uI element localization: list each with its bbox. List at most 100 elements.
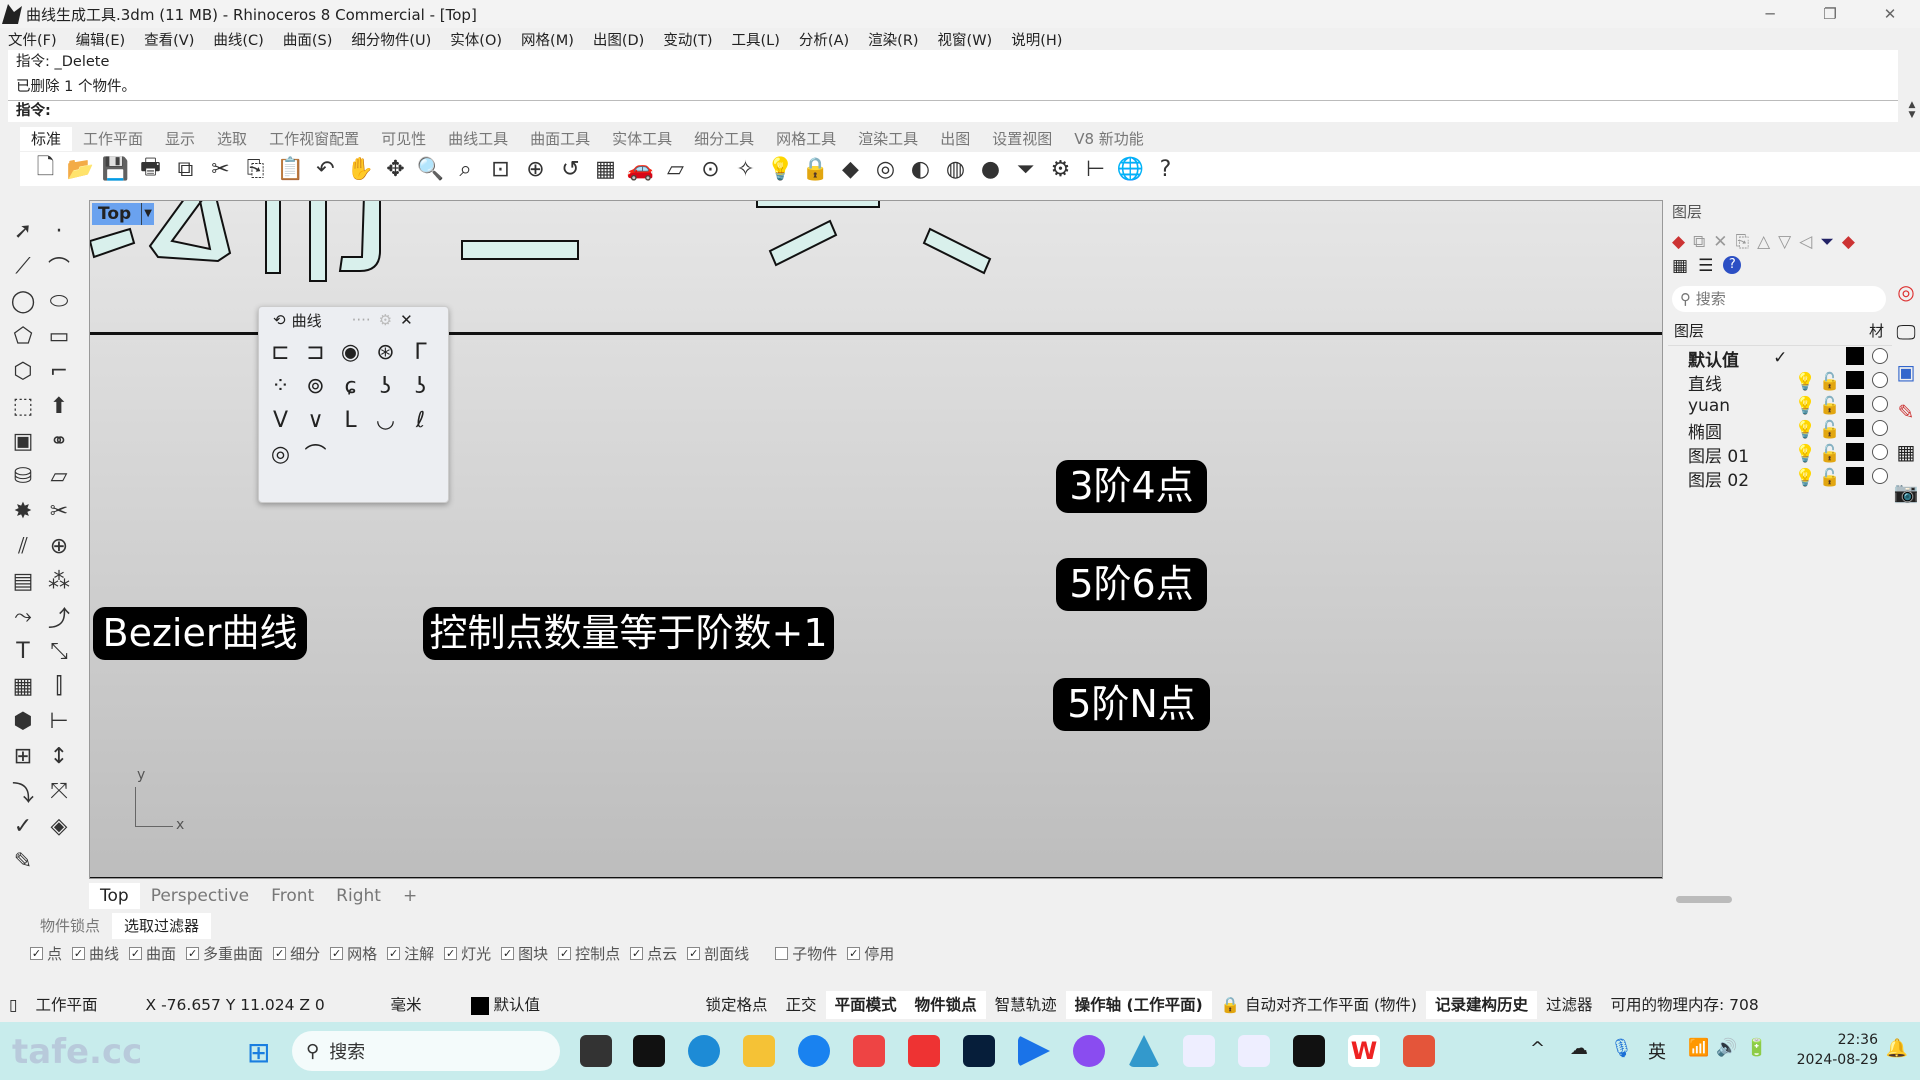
fillet-icon[interactable]: ⌐ [41,354,77,389]
zoom-extents-icon[interactable]: ⊡ [483,154,518,184]
lock-icon[interactable]: 🔒 [798,154,833,184]
toolbar-tab[interactable]: 显示 [154,127,206,151]
app-icon[interactable] [1238,1035,1270,1067]
history-toggle[interactable]: 记录建构历史 [1425,991,1537,1019]
app-icon[interactable] [1403,1035,1435,1067]
save-icon[interactable]: 💾 [98,154,133,184]
windows-start-icon[interactable]: ⊞ [247,1036,270,1069]
layer-color[interactable] [1842,466,1867,490]
unlock-icon[interactable]: 🔓 [1817,396,1842,416]
snap-icon[interactable]: ✧ [728,154,763,184]
blend-icon[interactable]: ⤴ [41,599,77,634]
conic-icon[interactable]: ʖ [403,369,438,403]
microphone-icon[interactable]: 🎙 [1610,1038,1633,1059]
xmind-icon[interactable] [908,1035,940,1067]
status-units[interactable]: 毫米 [382,991,462,1019]
toolbar-tab[interactable]: V8 新功能 [1063,127,1155,151]
osnap-toggle[interactable]: 物件锁点 [905,991,986,1019]
wifi-icon[interactable]: 📶 [1688,1038,1709,1058]
checkbox[interactable]: ✓ [273,946,287,960]
layer-material[interactable] [1867,467,1892,489]
toolbar-tab[interactable]: 设置视图 [981,127,1063,151]
layer-name[interactable]: 默认值 [1668,346,1768,371]
layer-name[interactable]: 椭圆 [1668,418,1768,443]
camera-icon[interactable]: 📷 [1894,480,1919,504]
grid-snap-toggle[interactable]: 锁定格点 [697,991,777,1019]
trim-icon[interactable]: ✂ [41,494,77,529]
checkbox[interactable]: ✓ [129,946,143,960]
help-icon[interactable]: ? [1723,256,1742,274]
menu-item[interactable]: 文件(F) [8,29,57,50]
gumball-toggle[interactable]: 操作轴 (工作平面) [1065,991,1212,1019]
filter-toggle[interactable]: 过滤器 [1537,991,1602,1019]
toolbar-tab[interactable]: 可见性 [370,127,437,151]
render-sphere-icon[interactable]: ● [973,154,1008,184]
globe-icon[interactable]: 🌐 [1113,154,1148,184]
display-icon[interactable]: 🖵 [1896,320,1915,344]
layer-icon[interactable]: ◆ [833,154,868,184]
rhino-app-icon[interactable] [1293,1035,1325,1067]
cluster-icon[interactable]: ⁂ [41,564,77,599]
menu-item[interactable]: 分析(A) [799,29,849,50]
filter-checkbox[interactable]: ✓ 点云 [630,943,677,964]
open-icon[interactable]: 📂 [63,154,98,184]
mesh-icon[interactable]: ⬢ [5,704,41,739]
cylinder-icon[interactable]: ⛁ [5,459,41,494]
layer-color[interactable] [1842,346,1867,370]
select-arrow-icon[interactable]: ➚ [5,214,41,249]
texture-icon[interactable]: ▦ [1897,440,1916,464]
menu-item[interactable]: 网格(M) [521,29,574,50]
edge-icon[interactable] [688,1035,720,1067]
filter-checkbox[interactable]: ✓ 细分 [273,943,320,964]
app-icon[interactable] [798,1035,830,1067]
layer-row[interactable]: yuan 💡 🔓 [1668,394,1892,418]
layer-name[interactable]: yuan [1668,396,1768,416]
menu-item[interactable]: 渲染(R) [868,29,918,50]
checkbox[interactable]: ✓ [30,946,43,960]
new-file-icon[interactable]: 🗋 [28,154,63,184]
box-icon[interactable]: ▣ [5,424,41,459]
layer-search-input[interactable]: ⚲ 搜索 [1672,286,1886,312]
rebuild-curve-icon[interactable]: ⁘ [263,369,298,403]
ellipse-icon[interactable]: ⬭ [41,284,77,319]
layer-color[interactable] [1842,394,1867,418]
menu-item[interactable]: 编辑(E) [76,29,125,50]
filter-checkbox[interactable]: ✓ 点 [30,943,62,964]
filter-checkbox[interactable]: ✓ 曲线 [72,943,119,964]
move-left-icon[interactable]: ◁ [1799,232,1812,252]
paste-icon[interactable]: 📋 [273,154,308,184]
layer-color[interactable] [1842,442,1867,466]
app-icon[interactable] [1183,1035,1215,1067]
unlock-icon[interactable]: 🔓 [1817,468,1842,488]
filter-checkbox[interactable]: 子物件 [775,943,837,964]
new-layer-icon[interactable]: ◆ [1672,232,1685,252]
control-point-curve-icon[interactable]: ⊏ [263,335,298,369]
properties-icon[interactable]: ▣ [1897,360,1916,384]
checkbox[interactable]: ✓ [630,946,644,960]
menu-item[interactable]: 出图(D) [593,29,644,50]
app-icon[interactable] [1128,1035,1160,1067]
layer-stack-icon[interactable]: ◆ [1842,232,1855,252]
toolbar-tab[interactable]: 选取 [206,127,258,151]
bottom-tab[interactable]: 选取过滤器 [112,913,212,939]
app-icon[interactable] [1073,1035,1105,1067]
layer-name[interactable]: 图层 01 [1668,442,1768,467]
menu-item[interactable]: 细分物件(U) [351,29,431,50]
menu-item[interactable]: 查看(V) [144,29,194,50]
circle-fit-icon[interactable]: ◉ [333,335,368,369]
restore-button[interactable]: ❐ [1800,0,1860,28]
spiral-icon[interactable]: ɕ [333,369,368,403]
arc-stack-icon[interactable]: ⌒ [298,437,333,471]
boolean-icon[interactable]: ⚭ [41,424,77,459]
unlock-icon[interactable]: 🔓 [1817,420,1842,440]
analyze-icon[interactable]: ◈ [41,809,77,844]
interp-curve-icon[interactable]: ⊐ [298,335,333,369]
menu-item[interactable]: 变动(T) [663,29,712,50]
undo-icon[interactable]: ↶ [308,154,343,184]
lightbulb-icon[interactable]: 💡 [1793,420,1818,440]
car-icon[interactable]: 🚗 [623,154,658,184]
plane-surface-icon[interactable]: ▱ [41,459,77,494]
parabola-icon[interactable]: V [263,403,298,437]
curve-toolbar-panel[interactable]: ⟲ 曲线 ···· ⚙ ✕ ⊏ ⊐ ◉ ⊛ Γ ⁘ ⊚ ɕ ʖ ʖ V ∨ L ◡ ℓ ◎ ⌒ [258,306,449,503]
drag-handle[interactable]: ···· [352,311,371,329]
